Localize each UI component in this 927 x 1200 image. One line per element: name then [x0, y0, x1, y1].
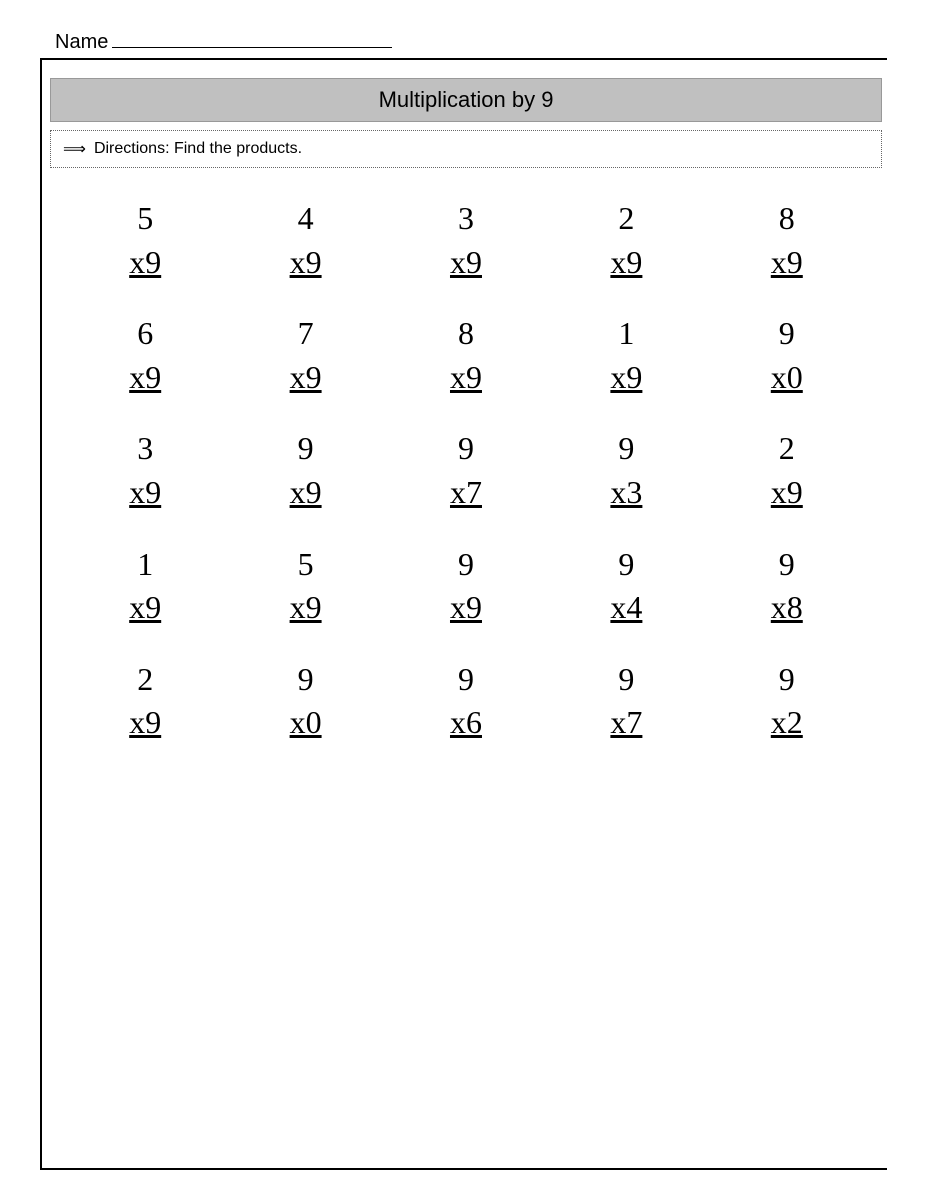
- arrow-icon: ⟹: [63, 139, 86, 159]
- math-problem: 5x9: [230, 544, 380, 629]
- math-problem: 9x9: [230, 428, 380, 513]
- problem-multiplier: x7: [610, 702, 642, 744]
- problem-multiplicand: 5: [298, 544, 314, 586]
- problem-multiplicand: 1: [137, 544, 153, 586]
- directions-text: Directions: Find the products.: [94, 140, 302, 158]
- problem-multiplicand: 8: [458, 313, 474, 355]
- problem-multiplicand: 1: [618, 313, 634, 355]
- math-problem: 9x3: [551, 428, 701, 513]
- problem-multiplicand: 3: [137, 428, 153, 470]
- math-problem: 2x9: [551, 198, 701, 283]
- problem-multiplier: x8: [771, 587, 803, 629]
- problem-multiplicand: 9: [298, 428, 314, 470]
- problem-multiplicand: 2: [779, 428, 795, 470]
- problem-multiplier: x9: [610, 242, 642, 284]
- problem-multiplier: x9: [771, 472, 803, 514]
- math-problem: 8x9: [391, 313, 541, 398]
- name-underline-field: [112, 28, 392, 48]
- math-problem: 9x9: [391, 544, 541, 629]
- problem-multiplier: x7: [450, 472, 482, 514]
- problem-multiplier: x9: [450, 357, 482, 399]
- problem-multiplicand: 9: [779, 544, 795, 586]
- problem-multiplicand: 5: [137, 198, 153, 240]
- math-problem: 5x9: [70, 198, 220, 283]
- problem-multiplier: x9: [129, 587, 161, 629]
- problem-multiplier: x9: [129, 702, 161, 744]
- problem-multiplier: x9: [771, 242, 803, 284]
- content-area: Multiplication by 9 ⟹ Directions: Find t…: [50, 68, 882, 1160]
- math-problem: 6x9: [70, 313, 220, 398]
- problem-multiplier: x2: [771, 702, 803, 744]
- math-problem: 8x9: [712, 198, 862, 283]
- problem-multiplicand: 2: [137, 659, 153, 701]
- problem-multiplier: x6: [450, 702, 482, 744]
- problem-multiplicand: 9: [458, 544, 474, 586]
- math-problem: 9x4: [551, 544, 701, 629]
- problem-multiplicand: 9: [458, 428, 474, 470]
- problem-multiplicand: 9: [298, 659, 314, 701]
- math-problem: 2x9: [70, 659, 220, 744]
- math-problem: 9x8: [712, 544, 862, 629]
- math-problem: 9x6: [391, 659, 541, 744]
- problem-multiplicand: 9: [618, 659, 634, 701]
- border-top: [40, 58, 887, 60]
- problem-multiplicand: 8: [779, 198, 795, 240]
- problem-multiplier: x9: [610, 357, 642, 399]
- math-problem: 9x7: [391, 428, 541, 513]
- problem-multiplier: x9: [290, 242, 322, 284]
- problem-multiplicand: 2: [618, 198, 634, 240]
- problem-multiplicand: 4: [298, 198, 314, 240]
- math-problem: 3x9: [70, 428, 220, 513]
- problem-multiplicand: 6: [137, 313, 153, 355]
- problem-multiplier: x9: [129, 472, 161, 514]
- worksheet-title: Multiplication by 9: [379, 87, 554, 112]
- math-problem: 1x9: [70, 544, 220, 629]
- problem-multiplicand: 7: [298, 313, 314, 355]
- name-label: Name: [55, 31, 108, 54]
- math-problem: 9x0: [712, 313, 862, 398]
- border-left: [40, 58, 42, 1170]
- problem-multiplier: x9: [290, 357, 322, 399]
- math-problem: 2x9: [712, 428, 862, 513]
- problem-multiplier: x9: [129, 242, 161, 284]
- problem-multiplier: x9: [450, 242, 482, 284]
- problem-multiplicand: 9: [618, 544, 634, 586]
- math-problem: 3x9: [391, 198, 541, 283]
- problem-multiplier: x4: [610, 587, 642, 629]
- name-line: Name: [55, 28, 392, 54]
- problem-multiplier: x0: [771, 357, 803, 399]
- border-bottom: [40, 1168, 887, 1170]
- problem-multiplier: x0: [290, 702, 322, 744]
- problems-grid: 5x94x93x92x98x96x97x98x91x99x03x99x99x79…: [50, 188, 882, 754]
- math-problem: 9x0: [230, 659, 380, 744]
- problem-multiplicand: 3: [458, 198, 474, 240]
- math-problem: 4x9: [230, 198, 380, 283]
- math-problem: 9x7: [551, 659, 701, 744]
- directions-box: ⟹ Directions: Find the products.: [50, 130, 882, 168]
- problem-multiplicand: 9: [779, 313, 795, 355]
- problem-multiplicand: 9: [779, 659, 795, 701]
- problem-multiplicand: 9: [458, 659, 474, 701]
- problem-multiplicand: 9: [618, 428, 634, 470]
- problem-multiplier: x3: [610, 472, 642, 514]
- math-problem: 7x9: [230, 313, 380, 398]
- problem-multiplier: x9: [290, 587, 322, 629]
- problem-multiplier: x9: [129, 357, 161, 399]
- problem-multiplier: x9: [290, 472, 322, 514]
- page: Name Multiplication by 9 ⟹ Directions: F…: [0, 0, 927, 1200]
- math-problem: 9x2: [712, 659, 862, 744]
- problem-multiplier: x9: [450, 587, 482, 629]
- math-problem: 1x9: [551, 313, 701, 398]
- title-box: Multiplication by 9: [50, 78, 882, 122]
